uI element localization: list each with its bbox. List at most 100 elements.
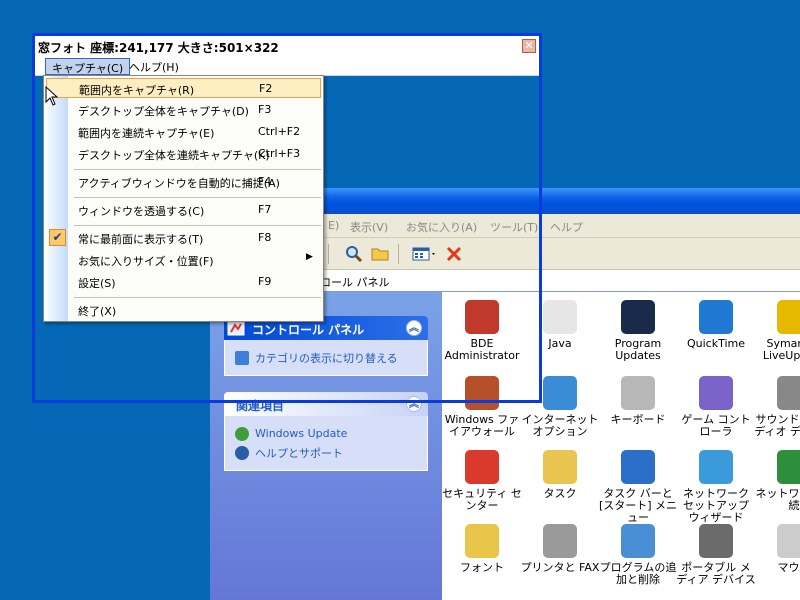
menu-item-shortcut: F8 [258,231,272,244]
menu-item-label: お気に入りサイズ・位置(F) [78,255,214,268]
control-panel-item-icon [465,450,499,484]
control-panel-item-icon [699,376,733,410]
control-panel-item-label: セキュリティ センター [442,487,522,512]
control-panel-item[interactable]: フォント [442,524,522,574]
control-panel-item-icon [699,300,733,334]
menu-item-shortcut: Ctrl+F2 [258,125,301,138]
menu-item-label: ウィンドウを透過する(C) [78,205,205,218]
control-panel-item-label: QuickTime [686,337,746,350]
menu-item-label: デスクトップ全体を連続キャプチャ(K) [78,149,270,162]
menu-item-continuous-desktop[interactable]: デスクトップ全体を連続キャプチャ(K) Ctrl+F3 [46,144,321,164]
related-body: Windows Update ヘルプとサポート [224,416,428,471]
control-panel-item-icon [699,450,733,484]
menu-item-transparent[interactable]: ウィンドウを透過する(C) F7 [46,200,321,220]
control-panel-item[interactable]: サウンドとオーディオ デバイス [754,376,800,438]
control-panel-item-label: タスク [543,487,577,500]
menu-item-shortcut: F3 [258,103,272,116]
control-panel-item[interactable]: ポータブル メディア デバイス [676,524,756,586]
control-panel-item-label: ネットワーク セットアップ ウィザード [683,487,749,524]
app-menubar: キャプチャ(C) ヘルプ(H) [35,56,539,76]
control-panel-item-label: インターネット オプション [521,413,599,438]
menu-separator [74,169,321,170]
menu-item-shortcut: F4 [258,175,272,188]
control-panel-item[interactable]: タスク バーと [スタート] メニュー [598,450,678,524]
menu-item-auto-capture-active[interactable]: アクティブウィンドウを自動的に捕捉(A) F4 [46,172,321,192]
control-panel-item-label: プリンタと FAX [520,561,600,574]
task-box-related: 関連項目 ︽ Windows Update ヘルプとサポート [224,392,428,471]
menu-item-label: 範囲内を連続キャプチャ(E) [78,127,215,140]
control-panel-item-label: ゲーム コントローラ [681,413,751,438]
control-panel-item[interactable]: プログラムの追加と削除 [598,524,678,586]
menu-item-capture-region[interactable]: 範囲内をキャプチャ(R) F2 [46,78,321,98]
menu-item-label: アクティブウィンドウを自動的に捕捉(A) [78,177,280,190]
control-panel-item-icon [543,450,577,484]
control-panel-item-label: Windows ファイアウォール [444,413,520,438]
menu-item-shortcut: Ctrl+F3 [258,147,301,160]
control-panel-item-label: ネットワーク接続 [755,487,800,512]
app-titlebar[interactable]: 窓フォト 座標:241,177 大きさ:501×322 ✕ [35,36,539,56]
menu-item-shortcut: F2 [259,82,273,95]
mouse-cursor-icon [45,86,59,106]
menu-separator [74,297,321,298]
control-panel-item-icon [543,376,577,410]
windows-update-icon [235,426,249,441]
menu-item-settings[interactable]: 設定(S) F9 [46,272,321,292]
control-panel-item-icon [621,300,655,334]
menu-item-label: 範囲内をキャプチャ(R) [79,84,195,97]
control-panel-item-label: フォント [460,561,504,574]
control-panel-item-icon [777,376,800,410]
submenu-arrow-icon: ▶ [306,252,313,262]
control-panel-item[interactable]: ゲーム コントローラ [676,376,756,438]
control-panel-item-icon [621,376,655,410]
menu-capture[interactable]: キャプチャ(C) [45,58,131,75]
menu-item-label: 終了(X) [78,305,117,318]
control-panel-item[interactable]: ネットワーク セットアップ ウィザード [676,450,756,524]
control-panel-item[interactable]: タスク [520,450,600,500]
control-panel-item-label: タスク バーと [スタート] メニュー [598,487,678,524]
menu-separator [74,197,321,198]
control-panel-item-icon [543,300,577,334]
control-panel-item-label: プログラムの追加と削除 [599,561,677,586]
control-panel-item[interactable]: Symantec LiveUpdate [754,300,800,362]
control-panel-item[interactable]: ネットワーク接続 [754,450,800,512]
menu-item-shortcut: F9 [258,275,272,288]
menu-item-always-on-top[interactable]: ✔ 常に最前面に表示する(T) F8 [46,228,321,248]
menu-item-capture-desktop[interactable]: デスクトップ全体をキャプチャ(D) F3 [46,100,321,120]
menu-help[interactable]: ヘルプ(H) [123,58,185,75]
control-panel-item-icon [777,524,800,558]
control-panel-item-icon [465,524,499,558]
control-panel-item-label: Symantec LiveUpdate [762,337,800,362]
app-title: 窓フォト 座標:241,177 大きさ:501×322 [38,41,279,55]
control-panel-item-label: Program Updates [614,337,662,362]
control-panel-item-icon [699,524,733,558]
menu-item-label: デスクトップ全体をキャプチャ(D) [78,105,249,118]
menu-item-shortcut: F7 [258,203,272,216]
help-support-label: ヘルプとサポート [255,446,343,460]
control-panel-item[interactable]: セキュリティ センター [442,450,522,512]
control-panel-item-icon [621,524,655,558]
menu-item-exit[interactable]: 終了(X) [46,300,321,320]
control-panel-item[interactable]: QuickTime [676,300,756,350]
control-panel-item[interactable]: Program Updates [598,300,678,362]
control-panel-item-label: サウンドとオーディオ デバイス [754,413,800,438]
menu-item-favorite-size[interactable]: お気に入りサイズ・位置(F) ▶ [46,250,321,270]
capture-menu-dropdown: 範囲内をキャプチャ(R) F2 デスクトップ全体をキャプチャ(D) F3 範囲内… [43,75,324,322]
windows-update-label: Windows Update [255,427,348,440]
menu-item-label: 設定(S) [78,277,116,290]
checkmark-icon: ✔ [49,229,66,246]
cp-menu-help[interactable]: ヘルプ [550,219,583,235]
close-icon[interactable]: ✕ [522,39,536,53]
control-panel-item[interactable]: キーボード [598,376,678,426]
control-panel-item-icon [543,524,577,558]
control-panel-item-label: マウス [777,561,800,574]
menu-item-continuous-region[interactable]: 範囲内を連続キャプチャ(E) Ctrl+F2 [46,122,321,142]
help-support-link[interactable]: ヘルプとサポート [235,443,417,462]
control-panel-item-icon [777,300,800,334]
control-panel-item-label: ポータブル メディア デバイス [676,561,756,586]
menu-separator [74,225,321,226]
control-panel-item-icon [777,450,800,484]
windows-update-link[interactable]: Windows Update [235,424,417,443]
control-panel-item-icon [621,450,655,484]
control-panel-item[interactable]: プリンタと FAX [520,524,600,574]
control-panel-item[interactable]: マウス [754,524,800,574]
